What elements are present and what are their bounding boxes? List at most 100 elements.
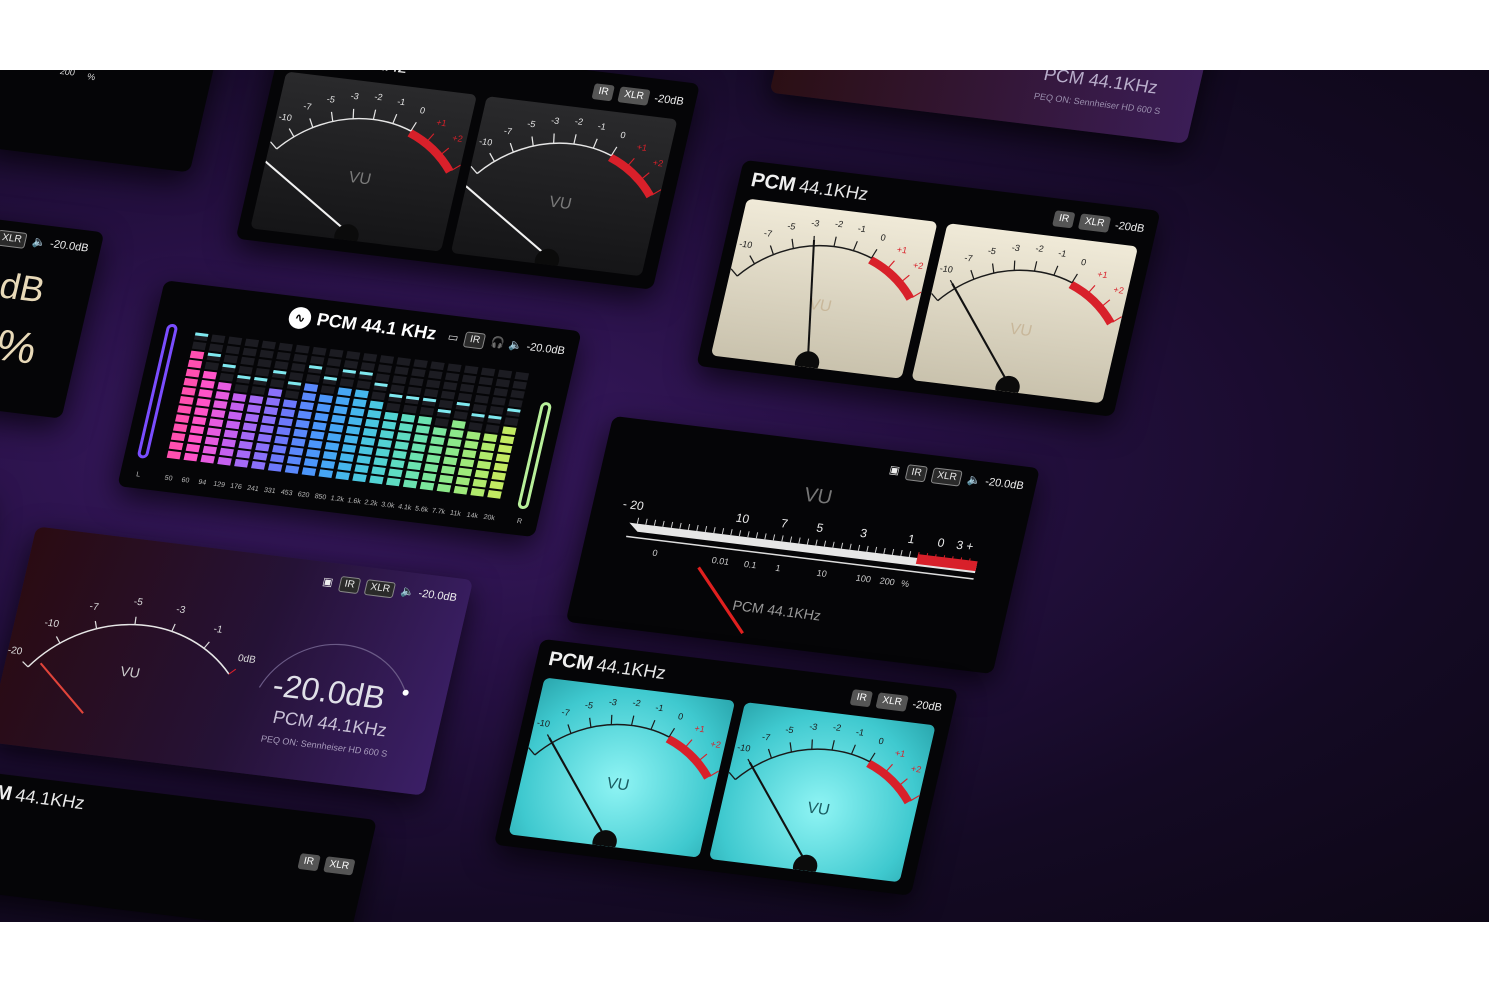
spectrum-segment [288, 446, 304, 456]
spectrum-segment [278, 417, 293, 427]
spectrum-segment [183, 377, 199, 387]
spectrum-segment [375, 448, 390, 457]
right-channel-bar [517, 402, 552, 510]
spectrum-segment [447, 363, 462, 373]
right-vu-meter: -20 -10 -7 -5 -3 -2 -1 0 +1 +2 +3 VU [450, 96, 678, 277]
spectrum-segment [369, 400, 384, 410]
vu-tick [288, 128, 295, 138]
freq-label: 7.7k [431, 508, 446, 517]
spectrum-segment [202, 445, 218, 455]
spectrum-segment [451, 420, 466, 429]
spectrum-segment [366, 409, 382, 419]
vu-tick [789, 742, 793, 753]
vu-tick [330, 111, 334, 122]
volume-value: -20dB [911, 698, 944, 714]
linear-tick [747, 531, 750, 538]
vu-scale-label: +1 [435, 117, 447, 128]
vu-tick [440, 147, 450, 156]
left-vu-meter: -20 -10 -7 -5 -3 -2 -1 0 +1 +2 +3 VU [710, 198, 938, 379]
spectrum-segment [436, 483, 452, 493]
right-vu-meter: -20 -10 -7 -5 -3 -2 -1 0 +1 +2 +3 VU [708, 702, 936, 883]
vu-tick [489, 152, 495, 162]
spectrum-segment [411, 368, 426, 378]
vu-scale-label: +1 [1096, 269, 1108, 280]
spectrum-panel: ∿ PCM 44.1 KHz ▭ IR 🎧 🔈 -20.0dB L 50 60 94 12… [117, 280, 582, 538]
spectrum-segment [204, 361, 220, 371]
spectrum-segment [491, 396, 506, 406]
spectrum-segment [187, 359, 203, 369]
spectrum-segment [259, 424, 274, 434]
spectrum-segment [301, 467, 317, 476]
partial-linear-vu-panel: ▣ IR XLR 🔈 -20.0dB 1 0 3 + 200 % [0, 70, 235, 173]
vu-arc [734, 748, 911, 802]
spectrum-segment [388, 468, 403, 478]
vu-scale-label: -7 [503, 126, 513, 137]
needle-pivot [995, 375, 1020, 400]
vu-tick [1112, 316, 1122, 323]
vu-scale-label: -7 [302, 101, 312, 112]
vu-scale-label: +3 [1125, 303, 1137, 314]
linear-tick [696, 524, 699, 531]
spectrum-segment [280, 408, 296, 418]
linear-tick [679, 522, 682, 529]
spectrum-segment [221, 438, 237, 448]
vu-tick [898, 778, 908, 786]
linear-tick [840, 542, 844, 549]
spectrum-segment [350, 407, 365, 417]
spectrum-segment [419, 481, 435, 491]
linear-bottom-label: 0.1 [743, 559, 758, 570]
vu-scale-label: -1 [597, 121, 607, 132]
vu-label: VU [547, 193, 573, 213]
vu-tick [531, 136, 534, 147]
scale-200: 200 [58, 70, 77, 78]
spectrum-segment [362, 427, 378, 437]
spectrum-segment [453, 411, 468, 420]
xlr-badge: XLR [322, 856, 356, 876]
spectrum-segment [196, 398, 211, 407]
spectrum-segment [172, 423, 188, 433]
spectrum-segment [472, 403, 487, 413]
spectrum-segment [238, 440, 253, 450]
spectrum-segment [326, 432, 342, 442]
vu-tick [931, 293, 939, 302]
spectrum-segment [487, 490, 502, 499]
vu-tick [309, 118, 314, 128]
spectrum-segment [219, 372, 234, 382]
spectrum-segment [179, 396, 194, 405]
vu-scale-label: 0 [880, 232, 887, 242]
arc-tick [94, 620, 98, 629]
spectrum-segment [312, 421, 327, 431]
spectrum-segment [371, 466, 386, 476]
spectrum-segment [480, 442, 496, 452]
vu-tick [509, 142, 514, 153]
pct-readout: % [0, 320, 42, 374]
spectrum-segment [409, 452, 424, 462]
vu-scale-label: -1 [857, 223, 867, 234]
spectrum-segment [432, 427, 447, 436]
vu-tick [451, 164, 461, 171]
spectrum-segment [312, 346, 327, 356]
spectrum-segment [345, 351, 361, 360]
spectrum-segment [259, 349, 274, 359]
spectrum-segment [227, 336, 243, 346]
spectrum-segment [200, 454, 215, 464]
spectrum-segment [493, 462, 509, 472]
status-badges: IR XLR -20dB [591, 83, 686, 110]
linear-vu-scale: - 2010 7 5 3 1 0 3 +00.01 0.1 1 10 100 200% [622, 497, 978, 635]
spectrum-segment [352, 473, 367, 483]
spectrum-segment [309, 355, 325, 365]
vu-scale-label: 0 [1080, 257, 1087, 267]
vu-scale-label: +2 [709, 739, 721, 750]
vu-tick [728, 771, 736, 780]
vu-tick [589, 717, 592, 728]
vu-scale-label: -3 [810, 218, 820, 229]
vu-scale-label: -10 [939, 263, 954, 274]
vu-tick [909, 795, 920, 802]
vu-tick [970, 269, 975, 280]
spectrum-segment [274, 360, 289, 370]
vu-tick [887, 260, 895, 269]
spectrum-segment [223, 354, 239, 364]
spectrum-segment [198, 389, 213, 398]
spectrum-segment [444, 372, 460, 382]
spectrum-segment [183, 452, 199, 462]
